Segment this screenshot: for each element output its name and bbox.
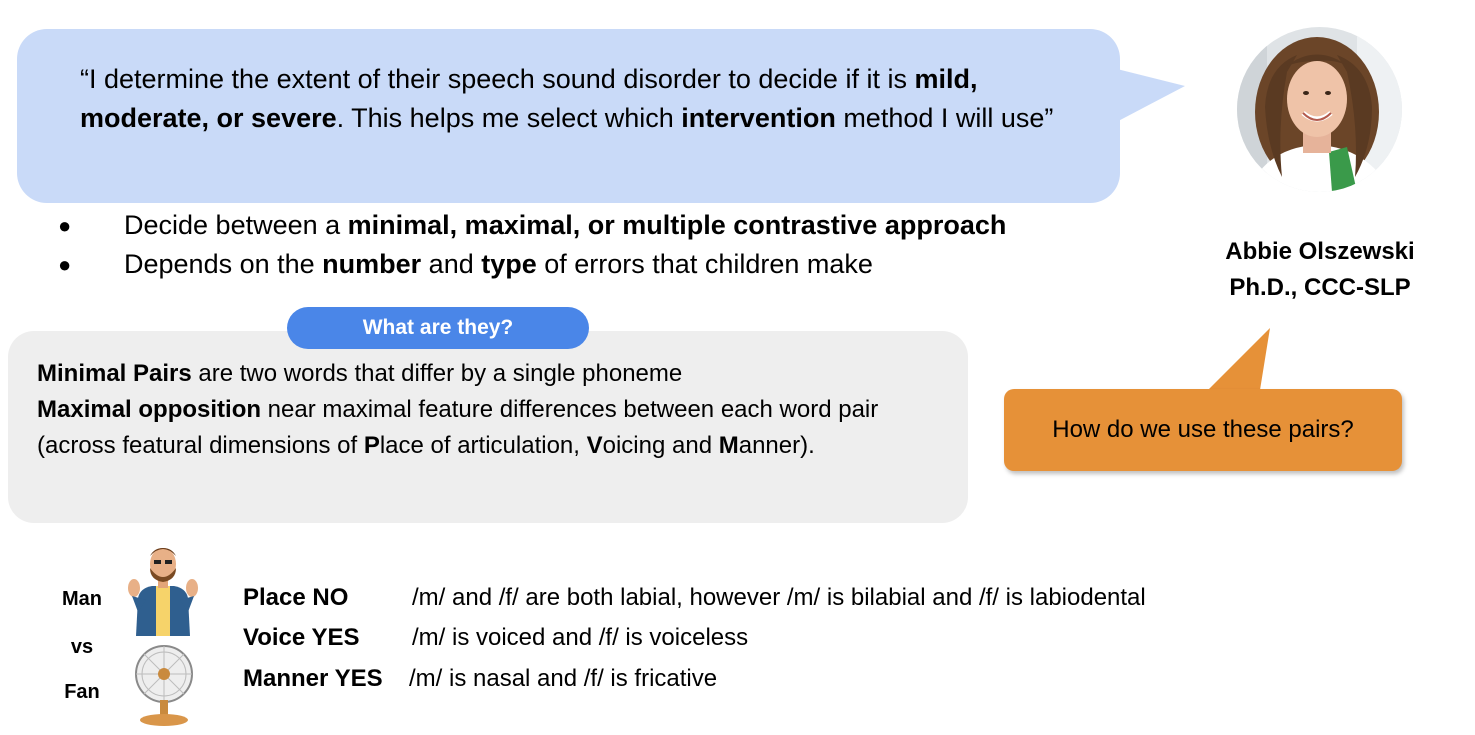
- bold-text-run: minimal, maximal, or multiple contrastiv…: [347, 210, 1007, 240]
- word-fan: Fan: [64, 681, 100, 703]
- bold-text-run: intervention: [681, 102, 836, 133]
- text-run: method I will use”: [835, 102, 1054, 133]
- person-name: Abbie Olszewski: [1225, 238, 1415, 265]
- definitions-text: Minimal Pairs are two words that differ …: [37, 356, 937, 464]
- list-item: ● Depends on the number and type of erro…: [58, 245, 1108, 284]
- bold-text-run: P: [363, 432, 380, 459]
- bold-text-run: type: [481, 249, 537, 279]
- word-man: Man: [62, 588, 102, 610]
- feature-label-manner: Manner YES: [243, 665, 383, 692]
- feature-desc-voice: /m/ is voiced and /f/ is voiceless: [412, 624, 749, 651]
- feature-label-voice: Voice YES: [243, 624, 360, 651]
- text-run: . This helps me select which: [336, 102, 682, 133]
- person-name-block: Abbie Olszewski Ph.D., CCC-SLP: [1180, 234, 1460, 306]
- text-run: anner).: [738, 432, 815, 459]
- bullet-text: Depends on the number and type of errors…: [124, 249, 873, 280]
- callout-box: How do we use these pairs?: [1004, 389, 1402, 471]
- bold-text-run: Minimal Pairs: [37, 360, 192, 387]
- callout-text: How do we use these pairs?: [1052, 416, 1354, 443]
- maximal-opposition-definition: Maximal opposition near maximal feature …: [37, 392, 937, 464]
- feature-desc-place: /m/ and /f/ are both labial, however /m/…: [412, 584, 1146, 611]
- avatar: [1237, 27, 1402, 192]
- man-illustration-icon: [128, 548, 198, 636]
- quote-text: “I determine the extent of their speech …: [80, 60, 1090, 137]
- text-run: lace of articulation,: [379, 432, 587, 459]
- bullet-list: ● Decide between a minimal, maximal, or …: [58, 206, 1108, 284]
- callout-tail: [1208, 328, 1270, 390]
- text-run: of errors that children make: [536, 249, 873, 279]
- feature-desc-manner: /m/ is nasal and /f/ is fricative: [409, 665, 718, 692]
- bold-text-run: V: [586, 432, 603, 459]
- what-are-they-pill: What are they?: [287, 307, 589, 349]
- list-item: ● Decide between a minimal, maximal, or …: [58, 206, 1108, 245]
- bullet-icon: ●: [58, 212, 72, 238]
- text-run: Depends on the: [124, 249, 323, 279]
- portrait-photo: [1237, 27, 1402, 192]
- text-run: are two words that differ by a single ph…: [191, 360, 683, 387]
- text-run: Decide between a: [124, 210, 348, 240]
- bullet-text: Decide between a minimal, maximal, or mu…: [124, 210, 1006, 241]
- feature-label-place: Place NO: [243, 584, 349, 611]
- bold-text-run: M: [718, 432, 739, 459]
- bold-text-run: Maximal opposition: [37, 396, 262, 423]
- person-credentials: Ph.D., CCC-SLP: [1229, 274, 1411, 301]
- text-run: “I determine the extent of their speech …: [80, 64, 915, 94]
- fan-illustration-icon: [135, 645, 193, 726]
- bullet-icon: ●: [58, 251, 72, 277]
- text-run: oicing and: [602, 432, 719, 459]
- word-vs: vs: [70, 636, 94, 658]
- bold-text-run: number: [322, 249, 422, 279]
- text-run: and: [421, 249, 482, 279]
- minimal-pairs-definition: Minimal Pairs are two words that differ …: [37, 356, 937, 392]
